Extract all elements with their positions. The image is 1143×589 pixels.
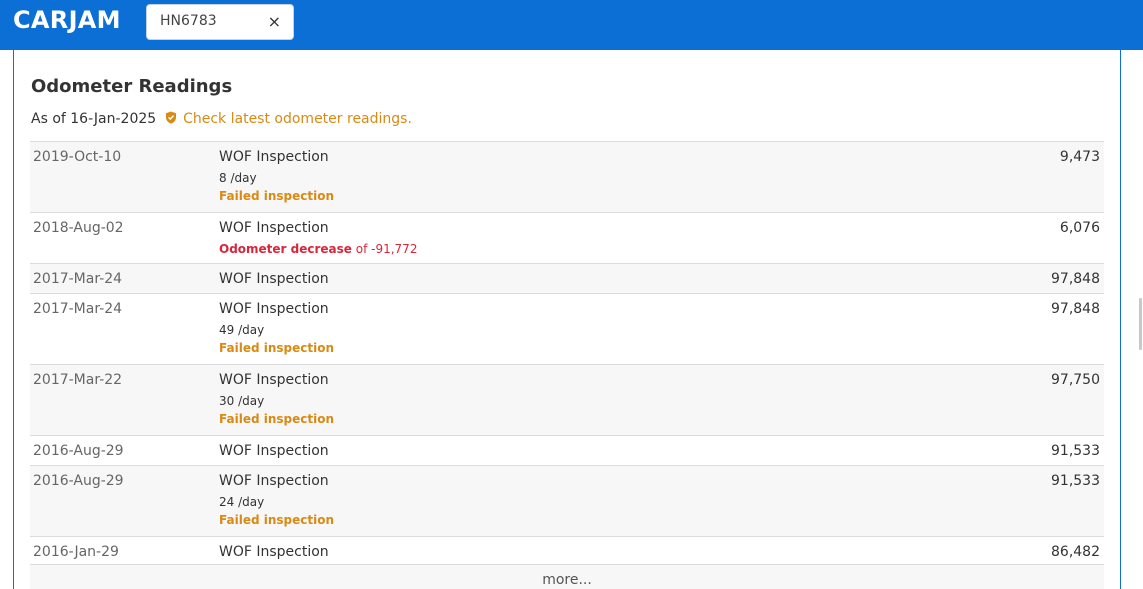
- reading-description: WOF Inspection 24 /day Failed inspection: [219, 473, 334, 527]
- reading-type: WOF Inspection: [219, 443, 329, 459]
- reading-type: WOF Inspection: [219, 149, 329, 165]
- reading-description: WOF Inspection: [219, 443, 329, 460]
- as-of-line: As of 16-Jan-2025 Check latest odometer …: [31, 111, 412, 127]
- reading-description: WOF Inspection Odometer decrease of -91,7…: [219, 220, 417, 256]
- daily-rate: 49 /day: [219, 323, 265, 337]
- reading-type: WOF Inspection: [219, 544, 329, 560]
- reading-description: WOF Inspection 8 /day Failed inspection: [219, 149, 334, 203]
- scrollbar-thumb[interactable]: [1139, 298, 1142, 350]
- reading-date: 2016-Aug-29: [33, 473, 124, 489]
- failed-inspection-label: Failed inspection: [219, 341, 335, 355]
- reading-description: WOF Inspection 49 /day Failed inspection: [219, 301, 334, 355]
- odometer-decrease-value: of -91,772: [351, 242, 418, 256]
- table-row: 2016-Aug-29 WOF Inspection 24 /day Failed i…: [30, 465, 1104, 536]
- plate-search-input[interactable]: [160, 13, 260, 29]
- more-button[interactable]: more...: [30, 564, 1104, 589]
- reading-date: 2019-Oct-10: [33, 149, 122, 165]
- reading-type: WOF Inspection: [219, 220, 329, 236]
- odometer-table: 2019-Oct-10 WOF Inspection 8 /day Failed in…: [30, 141, 1104, 566]
- as-of-date: As of 16-Jan-2025: [31, 111, 157, 127]
- odometer-reading: 97,750: [1051, 372, 1100, 388]
- failed-inspection-label: Failed inspection: [219, 513, 335, 527]
- reading-date: 2016-Jan-29: [33, 544, 119, 560]
- top-bar: CARJAM ×: [0, 0, 1143, 50]
- odometer-reading: 91,533: [1051, 443, 1100, 459]
- daily-rate: 8 /day: [219, 171, 257, 185]
- reading-description: WOF Inspection: [219, 544, 329, 561]
- table-row: 2017-Mar-24 WOF Inspection 49 /day Failed i…: [30, 293, 1104, 364]
- table-row: 2017-Mar-22 WOF Inspection 30 /day Failed i…: [30, 364, 1104, 435]
- table-row: 2018-Aug-02 WOF Inspection Odometer decrea…: [30, 212, 1104, 263]
- daily-rate: 24 /day: [219, 495, 265, 509]
- odometer-decrease-note: Odometer decrease of -91,772: [219, 242, 417, 256]
- reading-description: WOF Inspection 30 /day Failed inspection: [219, 372, 334, 426]
- reading-date: 2016-Aug-29: [33, 443, 124, 459]
- odometer-reading: 9,473: [1059, 149, 1100, 165]
- reading-type: WOF Inspection: [219, 271, 329, 287]
- reading-date: 2017-Mar-22: [33, 372, 123, 388]
- odometer-decrease-label: Odometer decrease: [219, 242, 352, 256]
- odometer-reading: 6,076: [1059, 220, 1100, 236]
- reading-date: 2017-Mar-24: [33, 271, 123, 287]
- section-title: Odometer Readings: [31, 76, 233, 97]
- table-row: 2016-Jan-29 WOF Inspection 86,482: [30, 536, 1104, 566]
- failed-inspection-label: Failed inspection: [219, 189, 335, 203]
- odometer-reading: 91,533: [1051, 473, 1100, 489]
- odometer-reading: 97,848: [1051, 271, 1100, 287]
- reading-type: WOF Inspection: [219, 301, 329, 317]
- failed-inspection-label: Failed inspection: [219, 412, 335, 426]
- table-row: 2019-Oct-10 WOF Inspection 8 /day Failed in…: [30, 141, 1104, 212]
- reading-description: WOF Inspection: [219, 271, 329, 288]
- plate-search-box[interactable]: ×: [146, 4, 294, 40]
- table-row: 2017-Mar-24 WOF Inspection 97,848: [30, 263, 1104, 293]
- table-row: 2016-Aug-29 WOF Inspection 91,533: [30, 435, 1104, 465]
- reading-type: WOF Inspection: [219, 473, 329, 489]
- reading-date: 2017-Mar-24: [33, 301, 123, 317]
- odometer-reading: 86,482: [1051, 544, 1100, 560]
- reading-date: 2018-Aug-02: [33, 220, 124, 236]
- close-icon[interactable]: ×: [268, 12, 281, 31]
- reading-type: WOF Inspection: [219, 372, 329, 388]
- carjam-logo[interactable]: CARJAM: [13, 6, 121, 34]
- check-odometer-link[interactable]: Check latest odometer readings.: [183, 111, 412, 127]
- odometer-reading: 97,848: [1051, 301, 1100, 317]
- daily-rate: 30 /day: [219, 394, 265, 408]
- shield-icon: [165, 111, 176, 124]
